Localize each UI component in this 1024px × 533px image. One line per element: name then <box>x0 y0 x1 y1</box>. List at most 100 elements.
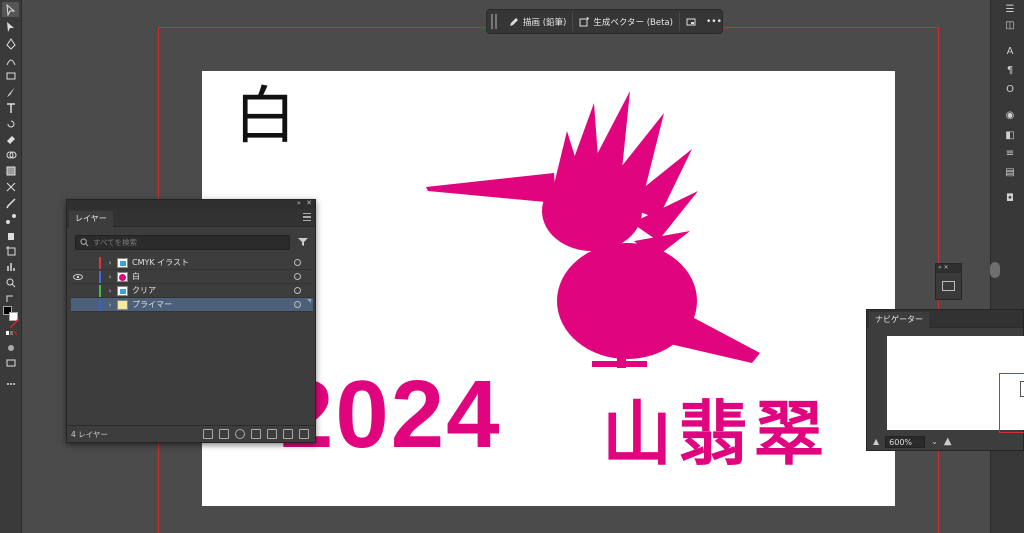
zoom-tool-icon[interactable] <box>2 275 19 290</box>
task-bar-options-button[interactable] <box>680 12 702 31</box>
draw-pencil-button[interactable]: 描画 (鉛筆) <box>503 12 574 31</box>
export-assets-icon[interactable] <box>203 429 213 439</box>
libraries-panel-icon[interactable]: ◫ <box>1003 18 1017 32</box>
collapsed-panel: » ✕ <box>935 263 962 300</box>
target-circle-icon[interactable] <box>294 287 301 294</box>
layer-row-cmyk[interactable]: › CMYK イラスト <box>71 256 313 270</box>
create-new-layer-icon[interactable] <box>283 429 293 439</box>
chevron-right-icon[interactable]: › <box>106 259 114 267</box>
lock-toggle[interactable] <box>85 256 99 270</box>
visibility-toggle[interactable] <box>71 256 85 270</box>
visibility-toggle[interactable] <box>71 284 85 298</box>
align-panel-icon[interactable]: ≡ <box>1003 146 1017 160</box>
layer-row-primer[interactable]: › プライマー <box>71 298 313 312</box>
contextual-task-bar: 描画 (鉛筆) 生成ベクター (Beta) ••• <box>486 9 723 34</box>
locate-object-icon[interactable] <box>235 429 245 439</box>
stroke-color-swatch[interactable] <box>9 312 20 329</box>
rectangle-tool-icon[interactable] <box>2 68 19 83</box>
layer-row-clear[interactable]: › クリア <box>71 284 313 298</box>
curvature-tool-icon[interactable] <box>2 53 19 68</box>
lock-toggle[interactable] <box>85 270 99 284</box>
color-mode-icon[interactable] <box>2 325 19 340</box>
transparency-panel-icon[interactable]: ◧ <box>1003 128 1017 142</box>
swap-colors-icon[interactable] <box>2 291 19 306</box>
collapse-panel-icon[interactable]: » <box>297 199 301 207</box>
pathfinder-panel-icon[interactable]: ◘ <box>1003 191 1017 205</box>
chevron-right-icon[interactable]: › <box>106 273 114 281</box>
more-tools-icon[interactable] <box>2 376 19 391</box>
direct-selection-tool-icon[interactable] <box>2 19 19 34</box>
graph-tool-icon[interactable] <box>2 259 19 274</box>
properties-panel-icon[interactable]: ☰ <box>1003 2 1017 16</box>
generative-vector-button[interactable]: 生成ベクター (Beta) <box>573 12 680 31</box>
paintbrush-tool-icon[interactable] <box>2 84 19 99</box>
trash-icon[interactable] <box>299 429 309 439</box>
target-circle-icon[interactable] <box>294 301 301 308</box>
character-panel-icon[interactable]: A <box>1003 44 1017 58</box>
collect-export-icon[interactable] <box>219 429 229 439</box>
rotate-tool-icon[interactable] <box>2 116 19 131</box>
create-sublayer-icon[interactable] <box>267 429 277 439</box>
tab-navigator[interactable]: ナビゲーター <box>869 312 929 328</box>
navigator-preview[interactable] <box>887 336 1024 433</box>
target-circle-icon[interactable] <box>294 259 301 266</box>
layer-search-input[interactable] <box>93 238 283 247</box>
view-box[interactable] <box>999 373 1024 433</box>
vertical-scrollbar[interactable] <box>990 262 1000 278</box>
layer-count: 4 レイヤー <box>71 429 108 439</box>
opentype-panel-icon[interactable]: O <box>1003 82 1017 96</box>
generative-vector-label: 生成ベクター (Beta) <box>593 17 673 28</box>
eyedropper-tool-icon[interactable] <box>2 195 19 210</box>
layer-color-bar <box>99 298 101 311</box>
navigator-panel: ナビゲーター ▲ 600% ⌄ ▲ <box>866 309 1024 451</box>
type-tool-icon[interactable] <box>2 100 19 115</box>
gradient-tool-icon[interactable] <box>2 163 19 178</box>
zoom-in-icon[interactable]: ▲ <box>944 436 952 447</box>
artboard-tool-icon[interactable] <box>2 243 19 258</box>
layer-row-shiro[interactable]: › 白 <box>71 270 313 284</box>
more-options-icon[interactable]: ••• <box>706 17 722 27</box>
draw-pencil-label: 描画 (鉛筆) <box>523 17 567 28</box>
layer-name[interactable]: 白 <box>132 271 294 282</box>
pencil-icon <box>510 17 518 26</box>
zoom-field[interactable]: 600% <box>885 435 926 448</box>
shape-builder-tool-icon[interactable] <box>2 147 19 162</box>
layer-color-bar <box>99 270 101 283</box>
layer-name[interactable]: CMYK イラスト <box>132 257 294 268</box>
symbol-sprayer-tool-icon[interactable] <box>2 227 19 242</box>
blend-tool-icon[interactable] <box>2 211 19 226</box>
close-panel-icon[interactable]: ✕ <box>306 199 312 207</box>
navigator-toggle-icon[interactable] <box>942 281 955 291</box>
chevron-right-icon[interactable]: › <box>106 287 114 295</box>
lock-toggle[interactable] <box>85 298 99 312</box>
selection-tool-icon[interactable] <box>2 2 19 17</box>
paragraph-panel-icon[interactable]: ¶ <box>1003 63 1017 77</box>
chevron-right-icon[interactable]: › <box>106 301 114 309</box>
layer-thumbnail <box>117 257 128 268</box>
hoopoe-bird-illustration[interactable] <box>422 91 772 371</box>
layers-panel: » ✕ レイヤー › CMYK イラスト › 白 <box>66 199 316 443</box>
layer-color-bar <box>99 284 101 297</box>
lock-toggle[interactable] <box>85 284 99 298</box>
panel-menu-icon[interactable] <box>303 213 311 221</box>
eye-icon[interactable] <box>71 270 85 284</box>
zoom-dropdown-icon[interactable]: ⌄ <box>931 437 938 446</box>
mesh-tool-icon[interactable] <box>2 179 19 194</box>
screen-mode-icon[interactable] <box>2 355 19 370</box>
task-bar-grip[interactable] <box>491 14 497 29</box>
layer-name[interactable]: プライマー <box>132 299 294 310</box>
make-clipping-mask-icon[interactable] <box>251 429 261 439</box>
visibility-toggle[interactable] <box>71 298 85 312</box>
eraser-tool-icon[interactable] <box>2 131 19 146</box>
appearance-panel-icon[interactable]: ◉ <box>1003 108 1017 122</box>
tab-layers[interactable]: レイヤー <box>69 211 113 227</box>
collapsed-panel-titlebar[interactable]: » ✕ <box>936 264 961 273</box>
zoom-out-icon[interactable]: ▲ <box>873 437 879 446</box>
draw-mode-icon[interactable] <box>2 340 19 355</box>
layer-name[interactable]: クリア <box>132 285 294 296</box>
filter-icon[interactable] <box>298 237 308 247</box>
gradient-panel-icon[interactable]: ▤ <box>1003 165 1017 179</box>
pen-tool-icon[interactable] <box>2 36 19 51</box>
target-circle-icon[interactable] <box>294 273 301 280</box>
layers-panel-titlebar[interactable]: » ✕ <box>67 199 315 209</box>
